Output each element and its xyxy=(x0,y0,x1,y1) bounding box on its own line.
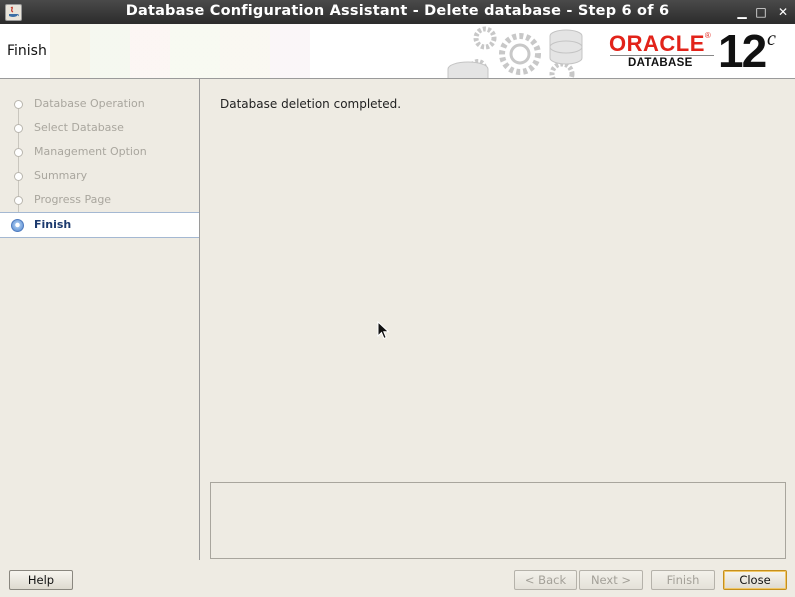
step-current-icon xyxy=(11,219,24,232)
step-summary: Summary xyxy=(0,164,199,188)
step-done-icon xyxy=(14,100,23,109)
finish-button[interactable]: Finish xyxy=(651,570,715,590)
step-progress-page: Progress Page xyxy=(0,188,199,212)
header-banner-decoration xyxy=(50,24,350,78)
version-suffix: c xyxy=(767,28,776,50)
mouse-pointer-icon xyxy=(377,321,390,340)
step-done-icon xyxy=(14,124,23,133)
help-button[interactable]: Help xyxy=(9,570,73,590)
wizard-header: Finish ORACLE® DATABASE 12 c xyxy=(0,24,795,79)
step-done-icon xyxy=(14,172,23,181)
next-button[interactable]: Next > xyxy=(579,570,643,590)
back-button[interactable]: < Back xyxy=(514,570,577,590)
step-finish: Finish xyxy=(0,212,199,238)
step-label: Select Database xyxy=(34,121,124,134)
completion-message: Database deletion completed. xyxy=(220,97,402,111)
help-button-label: Help xyxy=(27,573,55,587)
close-icon[interactable]: ✕ xyxy=(774,3,792,21)
close-button-label: Close xyxy=(739,573,771,587)
back-button-label: < Back xyxy=(524,573,567,587)
step-select-database: Select Database xyxy=(0,116,199,140)
next-button-label: Next > xyxy=(590,573,632,587)
step-label: Summary xyxy=(34,169,88,182)
logo-divider xyxy=(610,55,714,56)
step-label: Management Option xyxy=(34,145,147,158)
database-logo-text: DATABASE xyxy=(628,57,693,69)
wizard-steps-sidebar: Database Operation Select Database Manag… xyxy=(0,79,200,560)
maximize-icon[interactable]: □ xyxy=(752,3,770,21)
step-label: Finish xyxy=(34,218,72,231)
step-label: Database Operation xyxy=(34,97,145,110)
step-management-option: Management Option xyxy=(0,140,199,164)
window-titlebar: Database Configuration Assistant - Delet… xyxy=(0,0,795,24)
window-title: Database Configuration Assistant - Delet… xyxy=(125,3,670,19)
gears-database-graphic-icon xyxy=(447,26,583,78)
step-done-icon xyxy=(14,196,23,205)
version-number: 12 xyxy=(718,25,767,77)
minimize-icon[interactable]: ▁ xyxy=(733,3,751,21)
step-database-operation: Database Operation xyxy=(0,92,199,116)
close-button[interactable]: Close xyxy=(723,570,787,590)
page-title: Finish xyxy=(7,43,47,59)
details-text-area[interactable] xyxy=(210,482,786,559)
step-done-icon xyxy=(14,148,23,157)
oracle-logo-text: ORACLE® xyxy=(609,31,712,56)
step-label: Progress Page xyxy=(34,193,112,206)
finish-button-label: Finish xyxy=(666,573,700,587)
